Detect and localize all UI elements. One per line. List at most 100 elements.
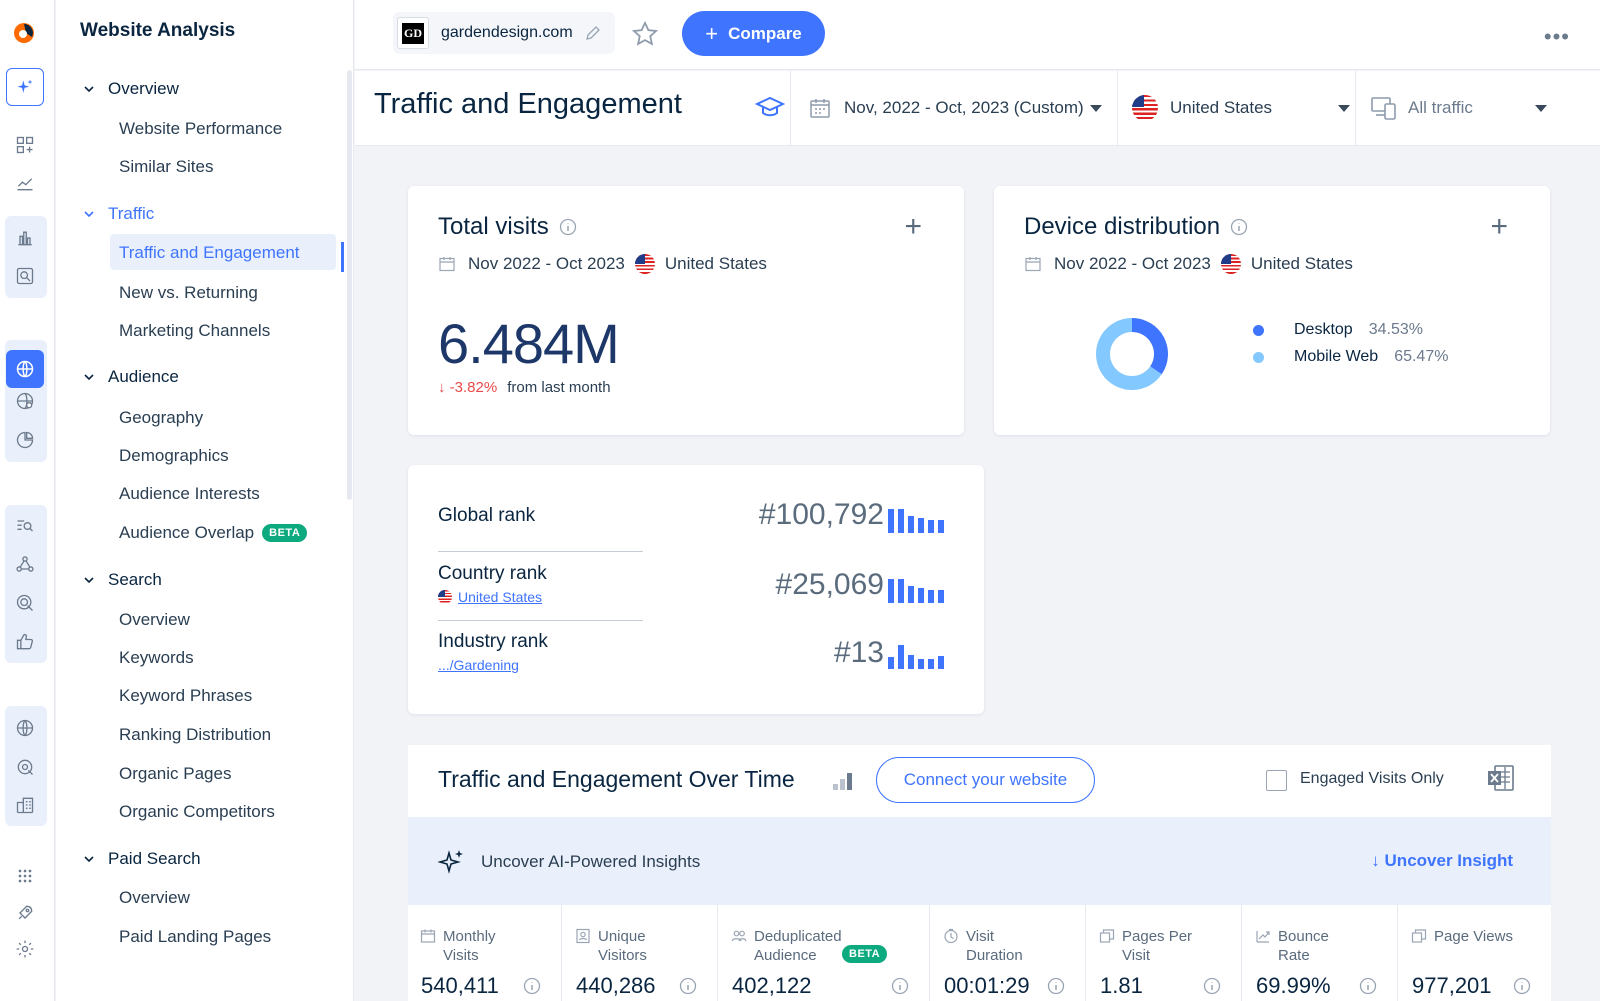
date-range-selector[interactable]: Nov, 2022 - Oct, 2023 (Custom) [790,71,1117,145]
nav-item-traffic-and-engagement[interactable]: Traffic and Engagement [110,234,336,270]
nav-item-similar-sites[interactable]: Similar Sites [119,157,213,177]
nav-item-keywords[interactable]: Keywords [119,648,194,668]
metric-value: 402,122 [732,973,812,998]
search-analysis-icon[interactable] [14,265,36,287]
more-options-icon[interactable]: ••• [1544,24,1570,50]
sparkles-icon [438,850,463,874]
nav-item-organic-competitors[interactable]: Organic Competitors [119,802,275,822]
site-selector[interactable]: GD gardendesign.com [393,12,615,54]
nav-item-marketing-channels[interactable]: Marketing Channels [119,321,270,341]
pie-chart-icon[interactable] [14,429,36,451]
keyword-search-icon[interactable] [14,515,36,537]
nav-item-search-overview[interactable]: Overview [119,610,190,630]
trend-line-icon[interactable] [14,172,36,194]
benchmark-bars-icon[interactable] [832,771,854,791]
compare-button[interactable]: + Compare [682,11,825,56]
connect-website-button[interactable]: Connect your website [876,757,1095,803]
metric-page-views[interactable]: Page Views 977,201 [1399,905,1551,1001]
nav-item-paid-overview[interactable]: Overview [119,888,190,908]
chevron-down-icon [84,856,94,863]
nav-item-new-vs-returning[interactable]: New vs. Returning [119,283,258,303]
settings-gear-icon[interactable] [14,938,36,960]
add-to-dashboard-icon[interactable]: + [1490,210,1508,244]
rank-trend-bars [888,507,950,533]
nav-section-audience[interactable]: Audience [82,367,179,387]
rocket-icon[interactable] [14,902,36,924]
device-distribution-card: Device distribution + Nov 2022 - Oct 202… [994,186,1550,435]
metric-pages-per-visit[interactable]: Pages Per Visit 1.81 [1087,905,1242,1001]
similarweb-logo-icon[interactable] [12,21,36,45]
info-icon[interactable] [1047,977,1065,995]
nav-scrollbar[interactable] [347,70,352,500]
add-to-dashboard-icon[interactable]: + [904,210,922,244]
site-domain: gardendesign.com [441,24,573,41]
info-icon[interactable] [1230,218,1248,236]
network-icon[interactable] [14,553,36,575]
target-search-icon[interactable] [14,592,36,614]
nav-item-ranking-distribution[interactable]: Ranking Distribution [119,725,271,745]
nav-item-paid-landing-pages[interactable]: Paid Landing Pages [119,927,271,947]
page-title: Traffic and Engagement [374,88,682,120]
star-favorite-icon[interactable] [631,20,659,48]
caret-down-icon [1338,104,1351,112]
bar-chart-icon[interactable] [14,227,36,249]
market-globe-icon[interactable] [14,390,36,412]
card-country: United States [1250,254,1353,273]
metric-bounce-rate[interactable]: Bounce Rate 69.99% [1243,905,1398,1001]
nav-item-organic-pages[interactable]: Organic Pages [119,764,231,784]
nav-section-paid-search[interactable]: Paid Search [82,849,201,869]
card-period: Nov 2022 - Oct 2023 [468,254,625,273]
edit-pencil-icon[interactable] [585,25,601,41]
nav-item-audience-interests[interactable]: Audience Interests [119,484,260,504]
users-icon [731,930,747,942]
website-globe-icon[interactable] [6,350,44,388]
chevron-down-icon [84,577,94,584]
nav-item-demographics[interactable]: Demographics [119,446,229,466]
country-selector[interactable]: United States [1117,71,1355,145]
nav-section-traffic[interactable]: Traffic [82,204,154,224]
graduation-cap-icon[interactable] [755,95,785,121]
donut-slice-desktop[interactable] [1131,318,1168,375]
side-navigation: Website Analysis Overview Website Perfor… [56,0,354,1001]
traffic-type-selector[interactable]: All traffic [1355,71,1600,145]
country-rank-value: #25,069 [775,568,884,601]
nav-item-keyword-phrases[interactable]: Keyword Phrases [119,686,252,706]
uncover-insight-link[interactable]: ↓ Uncover Insight [1371,851,1513,871]
dashboard-add-icon[interactable] [14,134,36,156]
nav-item-geography[interactable]: Geography [119,408,203,428]
company-building-icon[interactable] [14,794,36,816]
metric-monthly-visits[interactable]: Monthly Visits 540,411 [408,905,562,1001]
info-icon[interactable] [523,977,541,995]
app-globe-icon[interactable] [14,717,36,739]
info-icon[interactable] [679,977,697,995]
info-icon[interactable] [1203,977,1221,995]
info-icon[interactable] [891,977,909,995]
metric-visit-duration[interactable]: Visit Duration 00:01:29 [931,905,1086,1001]
nav-item-label: Audience Overlap [119,523,255,542]
nav-item-website-performance[interactable]: Website Performance [119,119,282,139]
info-icon[interactable] [559,218,577,236]
thumbs-up-icon[interactable] [14,631,36,653]
nav-section-overview[interactable]: Overview [82,79,179,99]
icon-rail [0,0,55,1001]
country-rank-row: Country rank United States [438,563,643,605]
industry-rank-link[interactable]: .../Gardening [438,657,643,673]
apps-grid-icon[interactable] [14,865,36,887]
engaged-visits-checkbox[interactable] [1266,770,1287,791]
info-icon[interactable] [1513,977,1531,995]
legend-label: Mobile Web [1294,348,1379,365]
excel-export-icon[interactable] [1486,763,1516,793]
metric-deduplicated-audience[interactable]: Deduplicated Audience BETA 402,122 [719,905,930,1001]
research-target-icon[interactable] [14,756,36,778]
device-donut-chart[interactable] [1092,314,1172,394]
ai-assistant-icon[interactable] [6,68,44,106]
nav-item-audience-overlap[interactable]: Audience Overlap BETA [119,523,308,543]
site-favicon: GD [397,17,429,49]
nav-section-search[interactable]: Search [82,570,162,590]
metric-unique-visitors[interactable]: Unique Visitors 440,286 [563,905,718,1001]
top-bar: GD gardendesign.com + Compare ••• [355,0,1600,70]
calendar-icon [420,929,436,943]
country-rank-link[interactable]: United States [438,589,643,605]
info-icon[interactable] [1359,977,1377,995]
date-range-value: Nov, 2022 - Oct, 2023 (Custom) [844,98,1084,117]
